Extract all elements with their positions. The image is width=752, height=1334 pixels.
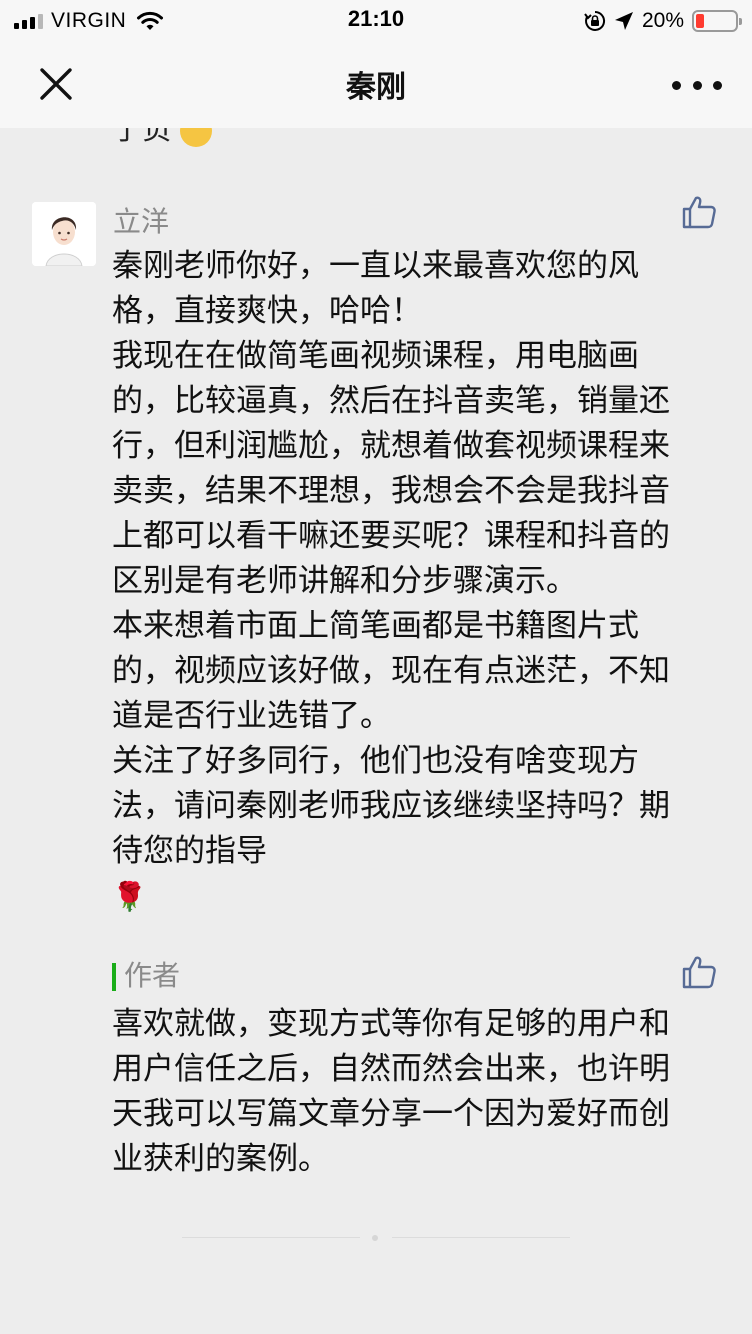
smile-emoji-icon xyxy=(180,128,212,147)
avatar[interactable] xyxy=(32,202,96,266)
author-reply-text: 喜欢就做，变现方式等你有足够的用户和用户信任之后，自然而然会出来，也许明天我可以… xyxy=(112,1006,670,1177)
author-reply-label: 作者 xyxy=(112,960,180,992)
page-title: 秦刚 xyxy=(346,70,406,105)
list-end-divider xyxy=(182,1235,570,1241)
status-right: 20% xyxy=(584,7,742,35)
more-icon[interactable] xyxy=(672,68,722,102)
nav-bar: 秦刚 xyxy=(0,42,752,128)
previous-comment-fragment: 了负 xyxy=(112,128,212,148)
comment-list[interactable]: 了负 立洋 秦刚老师你好，一直以来最喜欢您的风格，直接爽快，哈哈！ 我现在在做简… xyxy=(0,128,752,1334)
commenter-name[interactable]: 立洋 xyxy=(113,200,169,240)
avatar-illustration xyxy=(32,202,96,266)
battery-percent: 20% xyxy=(641,9,684,32)
thumbs-up-icon[interactable] xyxy=(681,194,717,230)
previous-comment-text: 了负 xyxy=(112,128,172,147)
comment-body: 秦刚老师你好，一直以来最喜欢您的风格，直接爽快，哈哈！ 我现在在做简笔画视频课程… xyxy=(112,244,692,920)
status-bar: VIRGIN 21:10 20% xyxy=(0,0,752,42)
article-comments-page: VIRGIN 21:10 20% 秦刚 了负 立洋 秦刚老师你好，一直以来最喜欢… xyxy=(0,0,752,1334)
thumbs-up-icon[interactable] xyxy=(681,954,717,990)
comment-paragraph: 我现在在做简笔画视频课程，用电脑画的，比较逼真，然后在抖音卖笔，销量还行，但利润… xyxy=(112,338,670,599)
comment-paragraph: 本来想着市面上简笔画都是书籍图片式的，视频应该好做，现在有点迷茫，不知道是否行业… xyxy=(112,608,670,734)
comment-paragraph: 关注了好多同行，他们也没有啥变现方法，请问秦刚老师我应该继续坚持吗？期待您的指导 xyxy=(112,743,670,869)
battery-fill xyxy=(696,14,704,28)
battery-icon xyxy=(692,10,742,32)
orientation-lock-icon xyxy=(584,10,606,31)
location-arrow-icon xyxy=(614,12,633,30)
comment-paragraph: 秦刚老师你好，一直以来最喜欢您的风格，直接爽快，哈哈！ xyxy=(112,248,639,329)
rose-emoji-icon: 🌹 xyxy=(112,880,147,913)
